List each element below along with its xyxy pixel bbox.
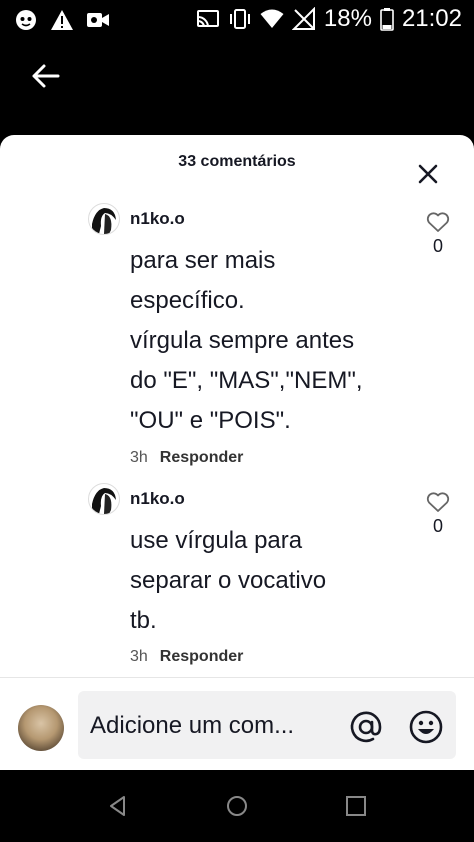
battery-percentage: 18%	[323, 5, 372, 32]
tiktok-notification-icon	[16, 10, 36, 30]
clock: 21:02	[401, 5, 462, 32]
top-bar	[0, 40, 474, 135]
cast-icon	[196, 10, 219, 28]
comment-input[interactable]: Adicione um com...	[78, 691, 456, 759]
comment-input-placeholder: Adicione um com...	[90, 712, 295, 739]
arrow-left-icon[interactable]	[28, 58, 64, 94]
comments-count-title: 33 comentários	[178, 153, 296, 170]
comment-meta: 3h Responder	[130, 648, 243, 666]
like-count: 0	[432, 236, 443, 256]
wifi-icon	[260, 9, 284, 28]
system-nav-bar	[0, 770, 474, 842]
heart-icon[interactable]	[426, 491, 450, 513]
comment-meta: 3h Responder	[130, 449, 243, 467]
reply-button[interactable]: Responder	[160, 648, 244, 666]
close-icon[interactable]	[414, 160, 442, 188]
video-icon	[87, 13, 109, 27]
reply-button[interactable]: Responder	[160, 449, 244, 467]
comment-time: 3h	[130, 648, 148, 665]
mention-icon[interactable]	[348, 709, 384, 745]
battery-icon	[380, 8, 394, 31]
recents-square-icon[interactable]	[344, 794, 368, 818]
warning-icon	[51, 10, 73, 30]
avatar-image	[92, 208, 116, 234]
comment-username[interactable]: n1ko.o	[130, 209, 185, 229]
comments-sheet: 33 comentários n1ko.o para ser mais espe…	[0, 135, 474, 770]
home-circle-icon[interactable]	[225, 794, 249, 818]
my-avatar	[18, 705, 64, 751]
vibrate-icon	[229, 9, 250, 29]
status-left-icons	[14, 8, 110, 32]
comment-time: 3h	[130, 449, 148, 466]
emoji-icon[interactable]	[408, 709, 444, 745]
avatar-image	[92, 488, 116, 514]
no-signal-icon	[291, 7, 315, 30]
comment-text: use vírgula para separar o vocativo tb.	[130, 527, 327, 634]
status-bar: 18% 21:02	[0, 0, 474, 40]
comment-text: para ser mais específico. vírgula sempre…	[130, 247, 363, 434]
divider	[0, 677, 474, 678]
status-right: 18% 21:02	[196, 5, 462, 33]
comment-username[interactable]: n1ko.o	[130, 489, 185, 509]
heart-icon[interactable]	[426, 211, 450, 233]
like-count: 0	[432, 516, 443, 536]
avatar[interactable]	[88, 203, 120, 235]
back-triangle-icon[interactable]	[106, 794, 130, 818]
avatar[interactable]	[88, 483, 120, 515]
